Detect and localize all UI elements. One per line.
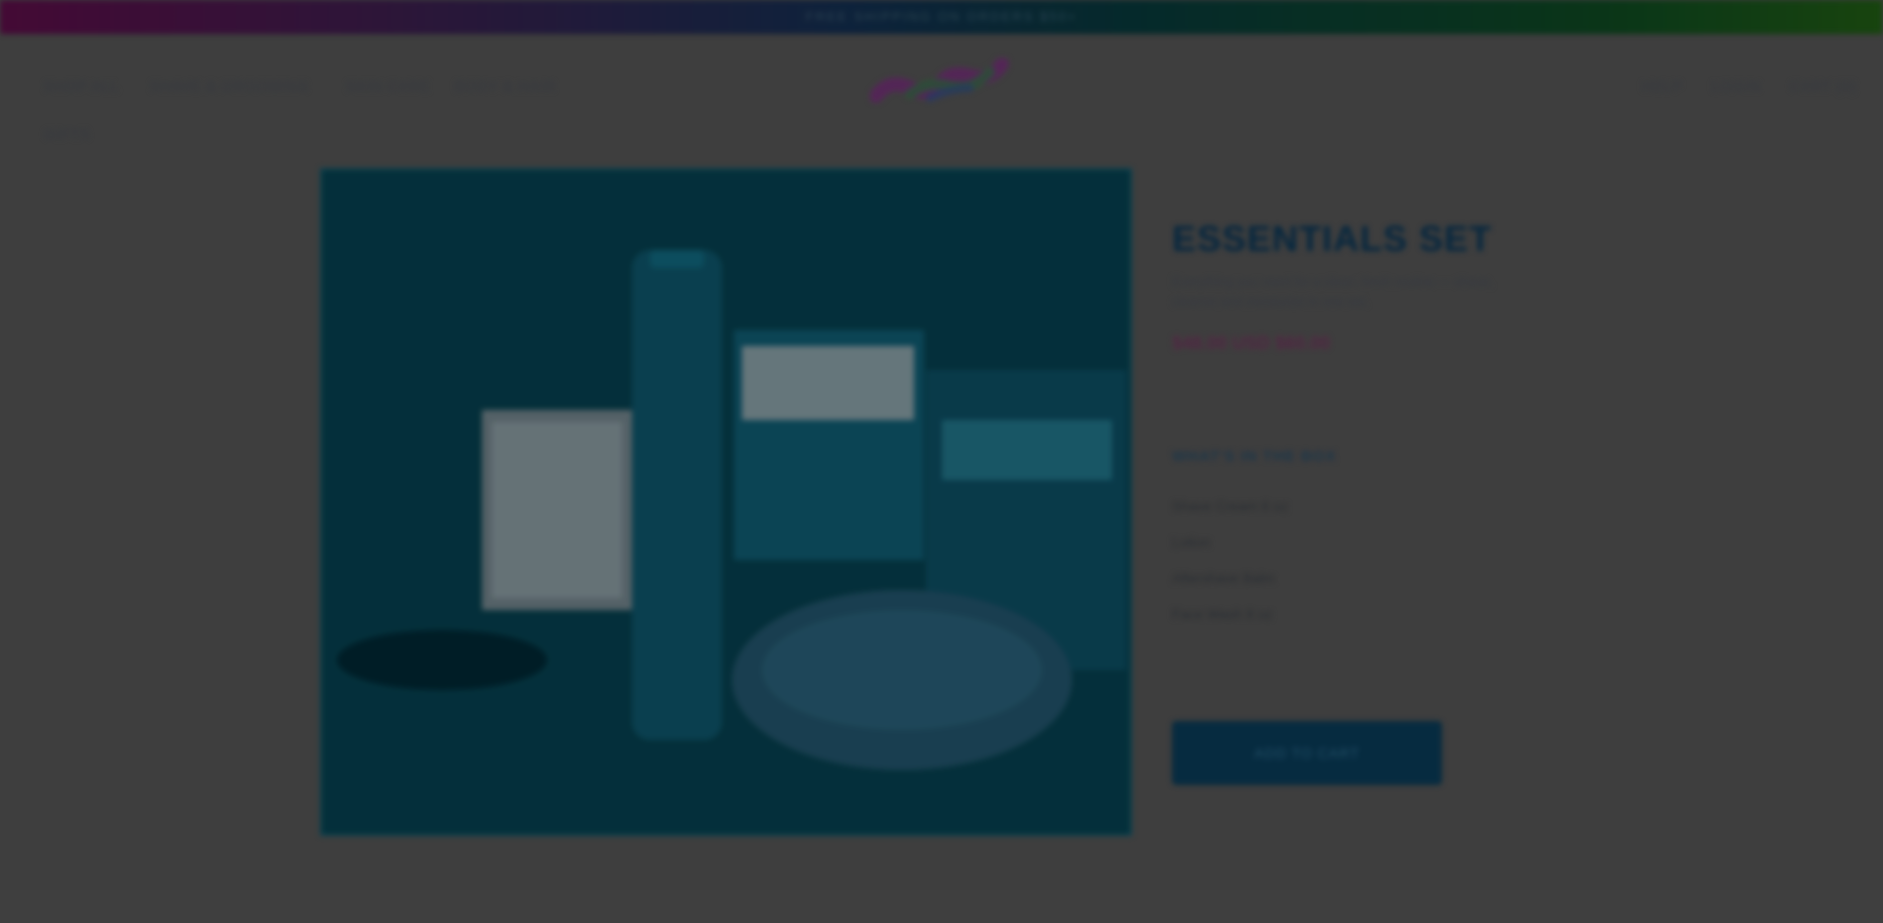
modal-backdrop[interactable]: [0, 0, 1883, 923]
